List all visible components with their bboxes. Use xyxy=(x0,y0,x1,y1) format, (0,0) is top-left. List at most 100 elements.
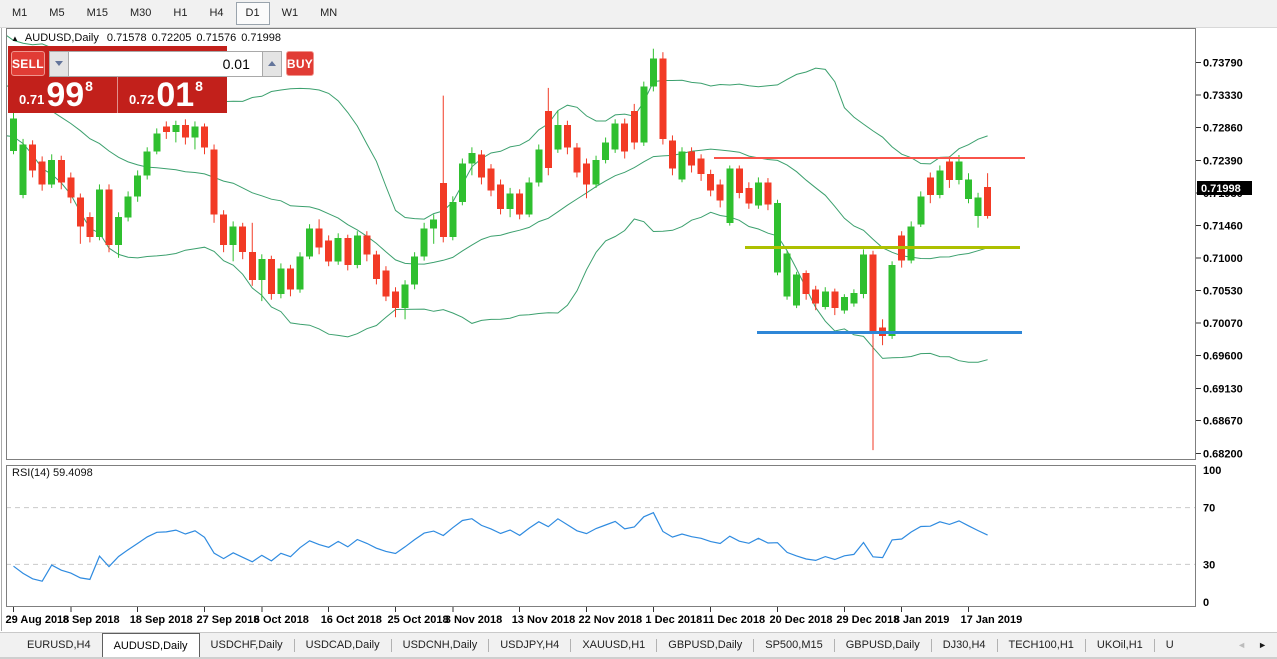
date-axis-label: 20 Dec 2018 xyxy=(770,614,833,626)
candle-body xyxy=(449,201,457,237)
timeframe-button-D1[interactable]: D1 xyxy=(235,2,270,25)
candle-body xyxy=(287,268,294,290)
tab-usdchf-daily[interactable]: USDCHF,Daily xyxy=(200,633,294,657)
tab-u[interactable]: U xyxy=(1155,633,1185,657)
buy-price[interactable]: 0.72 01 8 xyxy=(117,77,227,113)
candle-body xyxy=(67,177,75,198)
sell-price[interactable]: 0.71 99 8 xyxy=(8,77,117,113)
tab-scroll-right-icon[interactable]: ► xyxy=(1258,640,1267,650)
candle-body xyxy=(172,124,180,132)
candle-body xyxy=(926,177,934,195)
current-price-tag-label: 0.71998 xyxy=(1201,183,1241,195)
price-axis-label: 0.71460 xyxy=(1203,221,1243,233)
candle-body xyxy=(649,58,657,87)
tab-usdcad-daily[interactable]: USDCAD,Daily xyxy=(295,633,391,657)
volume-decrease-button[interactable] xyxy=(48,50,69,77)
candle-body xyxy=(478,154,485,178)
volume-input[interactable] xyxy=(68,50,262,77)
timeframe-button-H1[interactable]: H1 xyxy=(163,2,197,25)
candle-body xyxy=(10,118,17,151)
timeframe-button-M5[interactable]: M5 xyxy=(39,2,74,25)
date-axis-label: 29 Aug 2018 xyxy=(6,614,70,626)
tab-tech100-h1[interactable]: TECH100,H1 xyxy=(998,633,1085,657)
candle-body xyxy=(726,168,734,223)
chart-background xyxy=(0,28,1277,632)
date-axis-label: 16 Oct 2018 xyxy=(321,614,382,626)
price-axis-label: 0.73330 xyxy=(1203,90,1243,102)
candle-body xyxy=(153,133,161,152)
tab-xauusd-h1[interactable]: XAUUSD,H1 xyxy=(571,633,656,657)
tab-gbpusd-daily[interactable]: GBPUSD,Daily xyxy=(657,633,753,657)
tab-eurusd-h4[interactable]: EURUSD,H4 xyxy=(16,633,102,657)
candle-body xyxy=(812,289,820,304)
tab-audusd-daily[interactable]: AUDUSD,Daily xyxy=(101,633,200,657)
candle-body xyxy=(831,291,839,309)
sell-button[interactable]: SELL xyxy=(11,51,45,76)
tab-usdjpy-h4[interactable]: USDJPY,H4 xyxy=(489,633,570,657)
candle-body xyxy=(229,226,237,246)
price-axis-label: 0.71000 xyxy=(1203,253,1243,265)
timeframe-button-W1[interactable]: W1 xyxy=(272,2,309,25)
candle-body xyxy=(583,163,590,185)
tab-sp500-m15[interactable]: SP500,M15 xyxy=(754,633,833,657)
candle-body xyxy=(201,126,208,148)
candle-body xyxy=(840,297,848,311)
candle-body xyxy=(430,219,438,229)
timeframe-toolbar: M1 M5 M15 M30 H1 H4 D1 W1 MN xyxy=(0,0,1277,28)
tab-scroll-left-icon[interactable]: ◄ xyxy=(1237,640,1246,650)
candle-body xyxy=(19,144,27,195)
candle-body xyxy=(697,158,705,174)
volume-increase-button[interactable] xyxy=(261,50,282,77)
candle-body xyxy=(783,253,791,297)
price-axis-label: 0.68670 xyxy=(1203,416,1243,428)
timeframe-button-H4[interactable]: H4 xyxy=(199,2,233,25)
timeframe-button-M1[interactable]: M1 xyxy=(2,2,37,25)
rsi-scale-label: 70 xyxy=(1203,503,1215,515)
timeframe-button-M30[interactable]: M30 xyxy=(120,2,161,25)
candle-body xyxy=(659,58,667,139)
candle-body xyxy=(29,144,37,171)
candle-body xyxy=(439,183,447,237)
price-axis-label: 0.70070 xyxy=(1203,318,1243,330)
tab-gbpusd-daily[interactable]: GBPUSD,Daily xyxy=(835,633,931,657)
collapse-panel-icon[interactable]: ▲ xyxy=(11,34,19,43)
candle-body xyxy=(764,182,772,205)
candle-body xyxy=(716,184,724,201)
tab-ukoil-h1[interactable]: UKOil,H1 xyxy=(1086,633,1154,657)
timeframe-button-M15[interactable]: M15 xyxy=(77,2,118,25)
candle-body xyxy=(888,264,896,337)
candle-body xyxy=(239,226,247,253)
candle-body xyxy=(248,252,256,281)
candle-body xyxy=(688,151,696,166)
candle-body xyxy=(353,235,361,265)
candle-body xyxy=(707,173,715,191)
price-axis-label: 0.72390 xyxy=(1203,156,1243,168)
candle-body xyxy=(630,110,638,143)
candle-body xyxy=(611,123,619,150)
date-axis-label: 1 Dec 2018 xyxy=(645,614,702,626)
candle-body xyxy=(602,142,610,160)
candle-body xyxy=(334,238,342,262)
candle-body xyxy=(191,126,199,138)
candle-body xyxy=(96,189,103,237)
price-axis-label: 0.73790 xyxy=(1203,58,1243,70)
date-axis-label: 25 Oct 2018 xyxy=(388,614,449,626)
candle-body xyxy=(411,256,419,285)
candle-body xyxy=(621,123,629,152)
candle-body xyxy=(965,179,972,200)
tab-usdcnh-daily[interactable]: USDCNH,Daily xyxy=(392,633,489,657)
timeframe-button-MN[interactable]: MN xyxy=(310,2,347,25)
candle-body xyxy=(325,240,333,262)
candle-body xyxy=(917,196,925,225)
tab-dj30-h4[interactable]: DJ30,H4 xyxy=(932,633,997,657)
candle-body xyxy=(869,254,877,332)
date-axis-label: 8 Sep 2018 xyxy=(63,614,120,626)
rsi-scale-label: 30 xyxy=(1203,559,1215,571)
candle-body xyxy=(802,273,810,295)
candle-body xyxy=(678,151,686,180)
buy-button[interactable]: BUY xyxy=(285,51,315,76)
date-axis-label: 11 Dec 2018 xyxy=(703,614,765,626)
candle-body xyxy=(143,151,151,176)
candle-body xyxy=(535,149,543,183)
candle-body xyxy=(258,259,266,281)
